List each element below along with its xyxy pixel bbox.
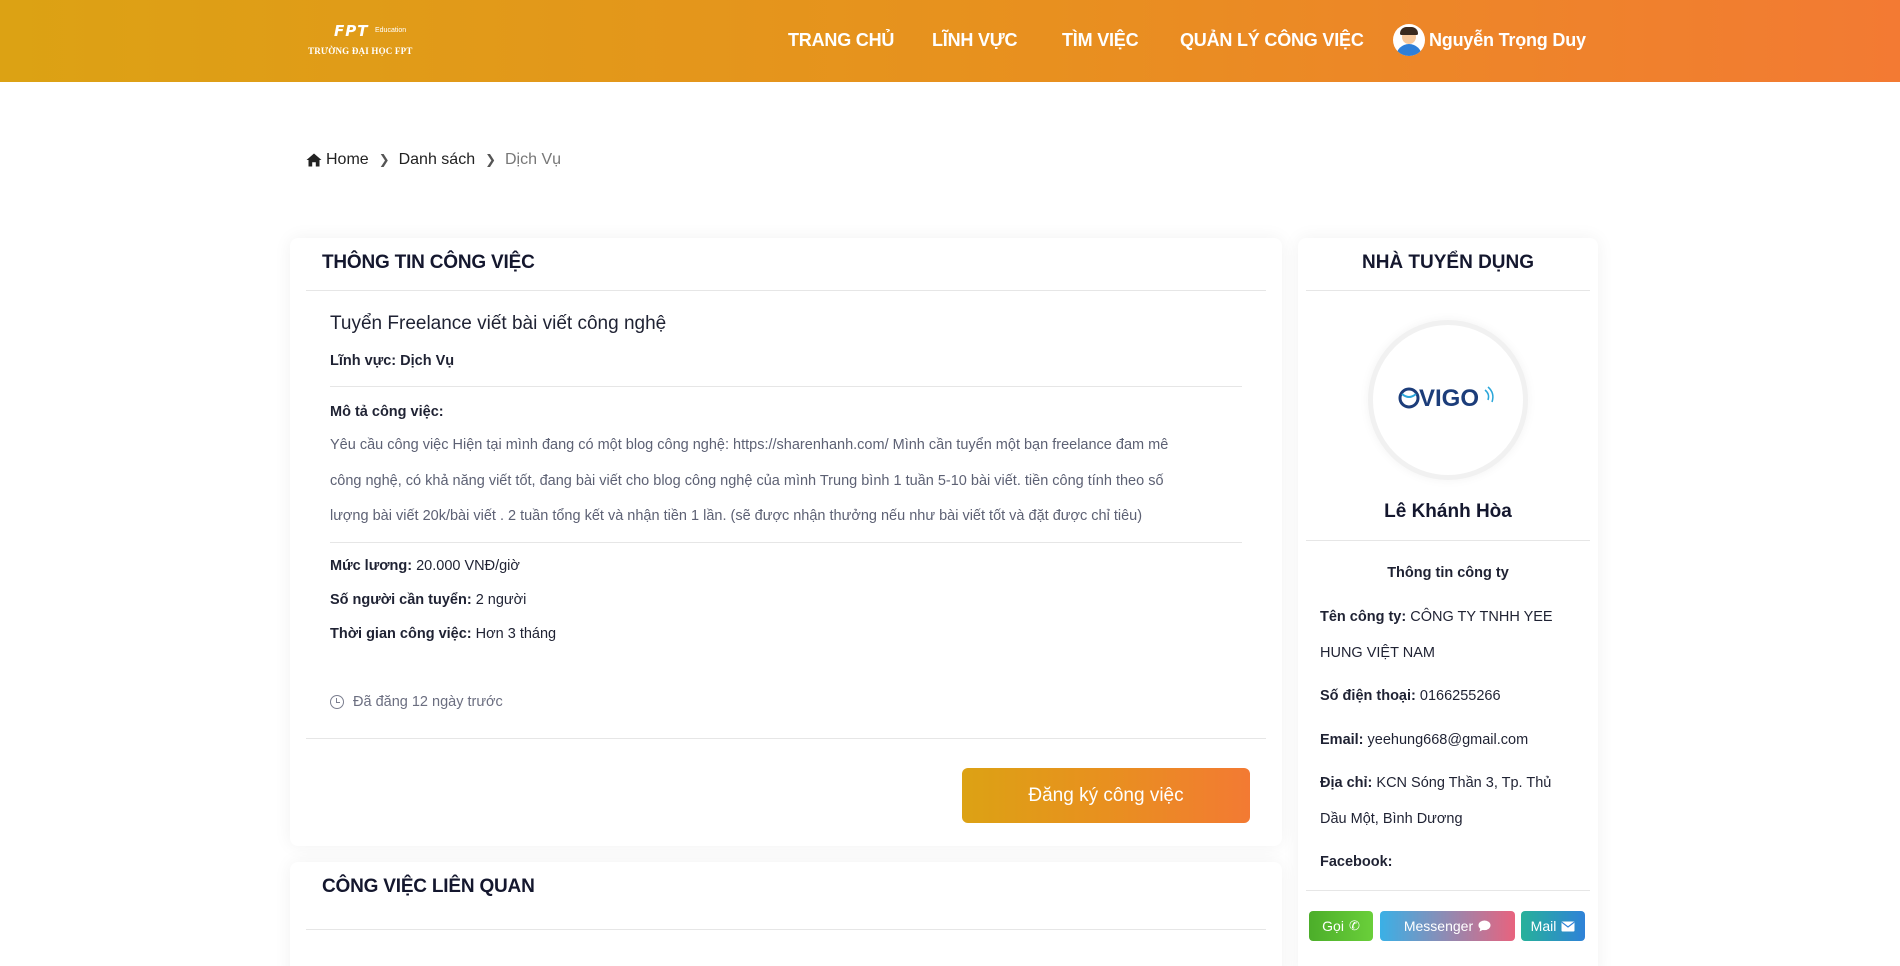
job-description-line: công nghệ, có khả năng viết tốt, đang bà… xyxy=(330,472,1164,489)
job-duration: Thời gian công việc: Hơn 3 tháng xyxy=(330,626,557,642)
job-description-line: lượng bài viết 20k/bài viết . 2 tuần tổn… xyxy=(330,508,1143,524)
nav-find-jobs[interactable]: TÌM VIỆC xyxy=(1062,30,1139,51)
job-field-value[interactable]: Dịch Vụ xyxy=(400,353,454,369)
job-info-heading: THÔNG TIN CÔNG VIỆC xyxy=(322,252,535,273)
nav-fields[interactable]: LĨNH VỰC xyxy=(932,30,1018,51)
related-jobs-card: CÔNG VIỆC LIÊN QUAN xyxy=(290,862,1282,966)
avatar xyxy=(1393,24,1425,56)
recruiter-name: Lê Khánh Hòa xyxy=(1384,501,1512,522)
breadcrumb-current: Dịch Vụ xyxy=(505,151,562,168)
chevron-right-icon: ❯ xyxy=(378,152,390,167)
logo-school: TRƯỜNG ĐẠI HỌC FPT xyxy=(308,46,413,56)
chat-icon xyxy=(1478,920,1491,932)
divider xyxy=(330,386,1242,387)
company-facebook: Facebook: xyxy=(1320,854,1393,870)
logo-brand: FPT xyxy=(334,22,369,40)
breadcrumb-list[interactable]: Danh sách xyxy=(399,151,476,169)
company-address: Địa chỉ: KCN Sóng Thần 3, Tp. Thủ Dầu Mộ… xyxy=(1320,775,1552,827)
nav-home[interactable]: TRANG CHỦ xyxy=(788,30,894,51)
divider xyxy=(1306,890,1590,891)
logo-text: VIGO xyxy=(1419,385,1479,412)
company-logo: VIGO xyxy=(1368,320,1528,480)
job-description: Yêu cầu công việc Hiện tại mình đang có … xyxy=(330,428,1230,535)
logo-sub: Education xyxy=(375,27,407,34)
phone-icon: ✆ xyxy=(1348,918,1360,933)
clock-icon xyxy=(330,695,344,709)
job-description-label: Mô tả công việc: xyxy=(330,404,444,420)
user-menu[interactable]: Nguyễn Trọng Duy xyxy=(1393,23,1586,57)
messenger-label: Messenger xyxy=(1403,918,1474,934)
envelope-icon xyxy=(1561,921,1575,931)
posted-label: Đã đăng 12 ngày trước xyxy=(353,694,503,710)
company-phone: Số điện thoại: 0166255266 xyxy=(1320,688,1501,704)
divider xyxy=(306,738,1266,739)
mail-label: Mail xyxy=(1530,918,1557,934)
breadcrumb-home[interactable]: Home xyxy=(326,151,369,169)
recruiter-heading: NHÀ TUYỂN DỤNG xyxy=(1361,252,1535,273)
job-title: Tuyển Freelance viết bài viết công nghệ xyxy=(330,313,667,334)
company-name: Tên công ty: CÔNG TY TNHH YEE HUNG VIỆT … xyxy=(1320,609,1553,661)
job-field: Lĩnh vực: Dịch Vụ xyxy=(330,353,454,369)
call-label: Gọi xyxy=(1322,918,1344,934)
top-navbar: FPT Education TRƯỜNG ĐẠI HỌC FPT TRANG C… xyxy=(0,0,1900,82)
job-description-line: Yêu cầu công việc Hiện tại mình đang có … xyxy=(330,437,1169,453)
divider xyxy=(306,929,1266,930)
fpt-logo[interactable]: FPT Education TRƯỜNG ĐẠI HỌC FPT xyxy=(308,20,426,62)
messenger-button[interactable]: Messenger xyxy=(1380,911,1515,941)
call-button[interactable]: Gọi ✆ xyxy=(1309,911,1373,941)
related-jobs-heading: CÔNG VIỆC LIÊN QUAN xyxy=(322,876,535,897)
divider xyxy=(330,542,1242,543)
recruiter-card: NHÀ TUYỂN DỤNG VIGO Lê Khánh Hòa Thông t… xyxy=(1298,238,1598,966)
job-info-card: THÔNG TIN CÔNG VIỆC Tuyển Freelance viết… xyxy=(290,238,1282,846)
divider xyxy=(1306,290,1590,291)
company-info-heading: Thông tin công ty xyxy=(1387,565,1509,581)
breadcrumb: Home ❯ Danh sách ❯ Dịch Vụ xyxy=(306,151,561,169)
home-icon xyxy=(306,153,322,167)
nav-manage-jobs[interactable]: QUẢN LÝ CÔNG VIỆC xyxy=(1180,30,1364,51)
mail-button[interactable]: Mail xyxy=(1521,911,1585,941)
vigo-logo: VIGO xyxy=(1398,385,1494,412)
user-name: Nguyễn Trọng Duy xyxy=(1429,29,1586,50)
divider xyxy=(306,290,1266,291)
company-email: Email: yeehung668@gmail.com xyxy=(1320,732,1529,748)
job-field-label: Lĩnh vực: xyxy=(330,353,397,369)
apply-job-button[interactable]: Đăng ký công việc xyxy=(962,768,1250,823)
job-headcount: Số người cần tuyển: 2 người xyxy=(330,592,527,608)
chevron-right-icon: ❯ xyxy=(485,152,496,167)
job-salary: Mức lương: 20.000 VNĐ/giờ xyxy=(330,558,520,574)
divider xyxy=(1306,540,1590,541)
job-posted-time: Đã đăng 12 ngày trước xyxy=(330,694,503,710)
